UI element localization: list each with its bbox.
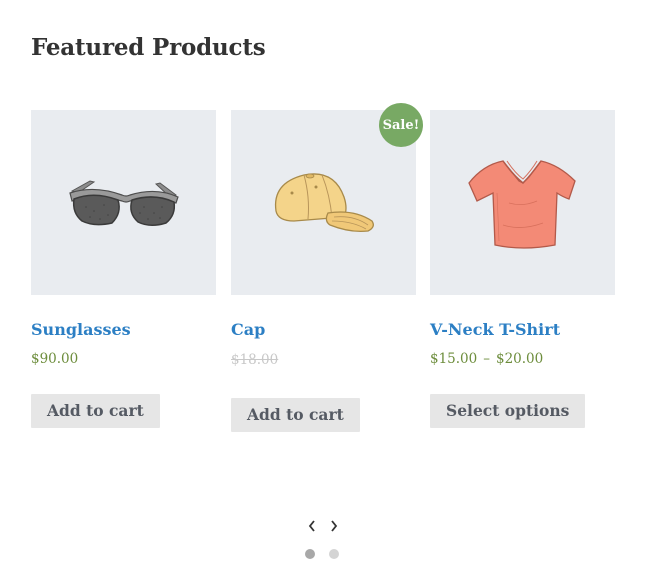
- product-image-cap[interactable]: Sale!: [231, 103, 423, 295]
- price-min: $15.00: [430, 351, 478, 367]
- select-options-button[interactable]: Select options: [430, 394, 586, 428]
- price-max: $20.00: [496, 351, 544, 367]
- pagination-dot-2[interactable]: [329, 549, 339, 559]
- sunglasses-icon: [68, 179, 179, 226]
- product-title[interactable]: Cap: [231, 320, 265, 339]
- pagination-dot-1[interactable]: [305, 549, 315, 559]
- product-image-sunglasses[interactable]: [31, 110, 216, 295]
- product-price: $90.00: [31, 351, 79, 367]
- product-card-cap: Sale! Cap $18.00 Add to cart: [231, 103, 423, 432]
- chevron-right-icon[interactable]: [329, 518, 339, 534]
- product-title[interactable]: V-Neck T-Shirt: [430, 320, 560, 339]
- add-to-cart-button[interactable]: Add to cart: [31, 394, 160, 428]
- product-price-old: $18.00: [231, 352, 279, 368]
- product-card-sunglasses: Sunglasses $90.00 Add to cart: [31, 110, 216, 428]
- product-title[interactable]: Sunglasses: [31, 320, 131, 339]
- section-title: Featured Products: [31, 34, 266, 61]
- carousel-navigation: [307, 516, 339, 536]
- add-to-cart-button[interactable]: Add to cart: [231, 398, 360, 432]
- chevron-left-icon[interactable]: [307, 518, 317, 534]
- price-separator: –: [483, 351, 490, 367]
- product-price-range: $15.00– $20.00: [430, 351, 543, 367]
- cap-icon: [274, 172, 374, 232]
- product-carousel: Sunglasses $90.00 Add to cart Sale! Cap …: [31, 103, 615, 470]
- carousel-pagination: [305, 549, 339, 559]
- product-image-t-shirt[interactable]: [430, 110, 615, 295]
- product-card-v-neck-t-shirt: V-Neck T-Shirt $15.00– $20.00 Select opti…: [430, 110, 615, 428]
- t-shirt-icon: [467, 159, 576, 249]
- sale-badge: Sale!: [379, 103, 423, 147]
